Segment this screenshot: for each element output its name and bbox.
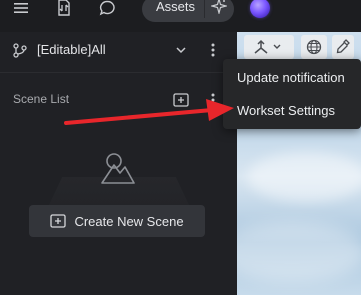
- menu-item-update-notification[interactable]: Update notification: [223, 63, 361, 93]
- sky-cloud: [247, 152, 361, 202]
- context-menu: Update notification Workset Settings: [223, 59, 361, 129]
- scene-list-heading: Scene List: [13, 92, 70, 106]
- ai-orb-icon[interactable]: [250, 0, 270, 18]
- branch-icon: [13, 43, 27, 58]
- file-sync-icon[interactable]: [54, 0, 74, 16]
- transform-axis-icon: [254, 39, 281, 54]
- transform-axis-button[interactable]: [244, 35, 294, 59]
- assets-toggle[interactable]: Assets: [142, 0, 234, 22]
- chat-bubble-icon[interactable]: [97, 0, 117, 16]
- globe-icon: [306, 39, 322, 55]
- sparkle-icon[interactable]: [209, 0, 229, 16]
- add-scene-icon: [50, 214, 67, 228]
- eyedropper-button[interactable]: [332, 35, 354, 59]
- create-new-scene-label: Create New Scene: [74, 213, 184, 229]
- create-new-scene-button[interactable]: Create New Scene: [29, 205, 205, 237]
- more-options-icon[interactable]: [207, 42, 219, 58]
- branch-selector[interactable]: [Editable]All: [0, 32, 237, 72]
- top-toolbar: Assets: [0, 0, 361, 32]
- menu-item-workset-settings[interactable]: Workset Settings: [223, 96, 361, 126]
- app-window: Assets [Editable]All Scene List Create N…: [0, 0, 361, 295]
- chevron-down-icon[interactable]: [175, 44, 187, 56]
- sky-cloud: [237, 222, 361, 282]
- scene-list-more-icon[interactable]: [207, 92, 219, 108]
- add-scene-icon[interactable]: [173, 93, 189, 107]
- branch-label: [Editable]All: [37, 42, 106, 57]
- menu-icon[interactable]: [12, 0, 30, 16]
- empty-scene-icon: [101, 153, 135, 184]
- scene-panel: [Editable]All Scene List Create New Scen…: [0, 32, 237, 295]
- eyedropper-icon: [336, 39, 350, 54]
- assets-divider: [204, 0, 205, 18]
- assets-label: Assets: [156, 0, 196, 14]
- divider: [0, 72, 237, 73]
- globe-button[interactable]: [301, 35, 327, 59]
